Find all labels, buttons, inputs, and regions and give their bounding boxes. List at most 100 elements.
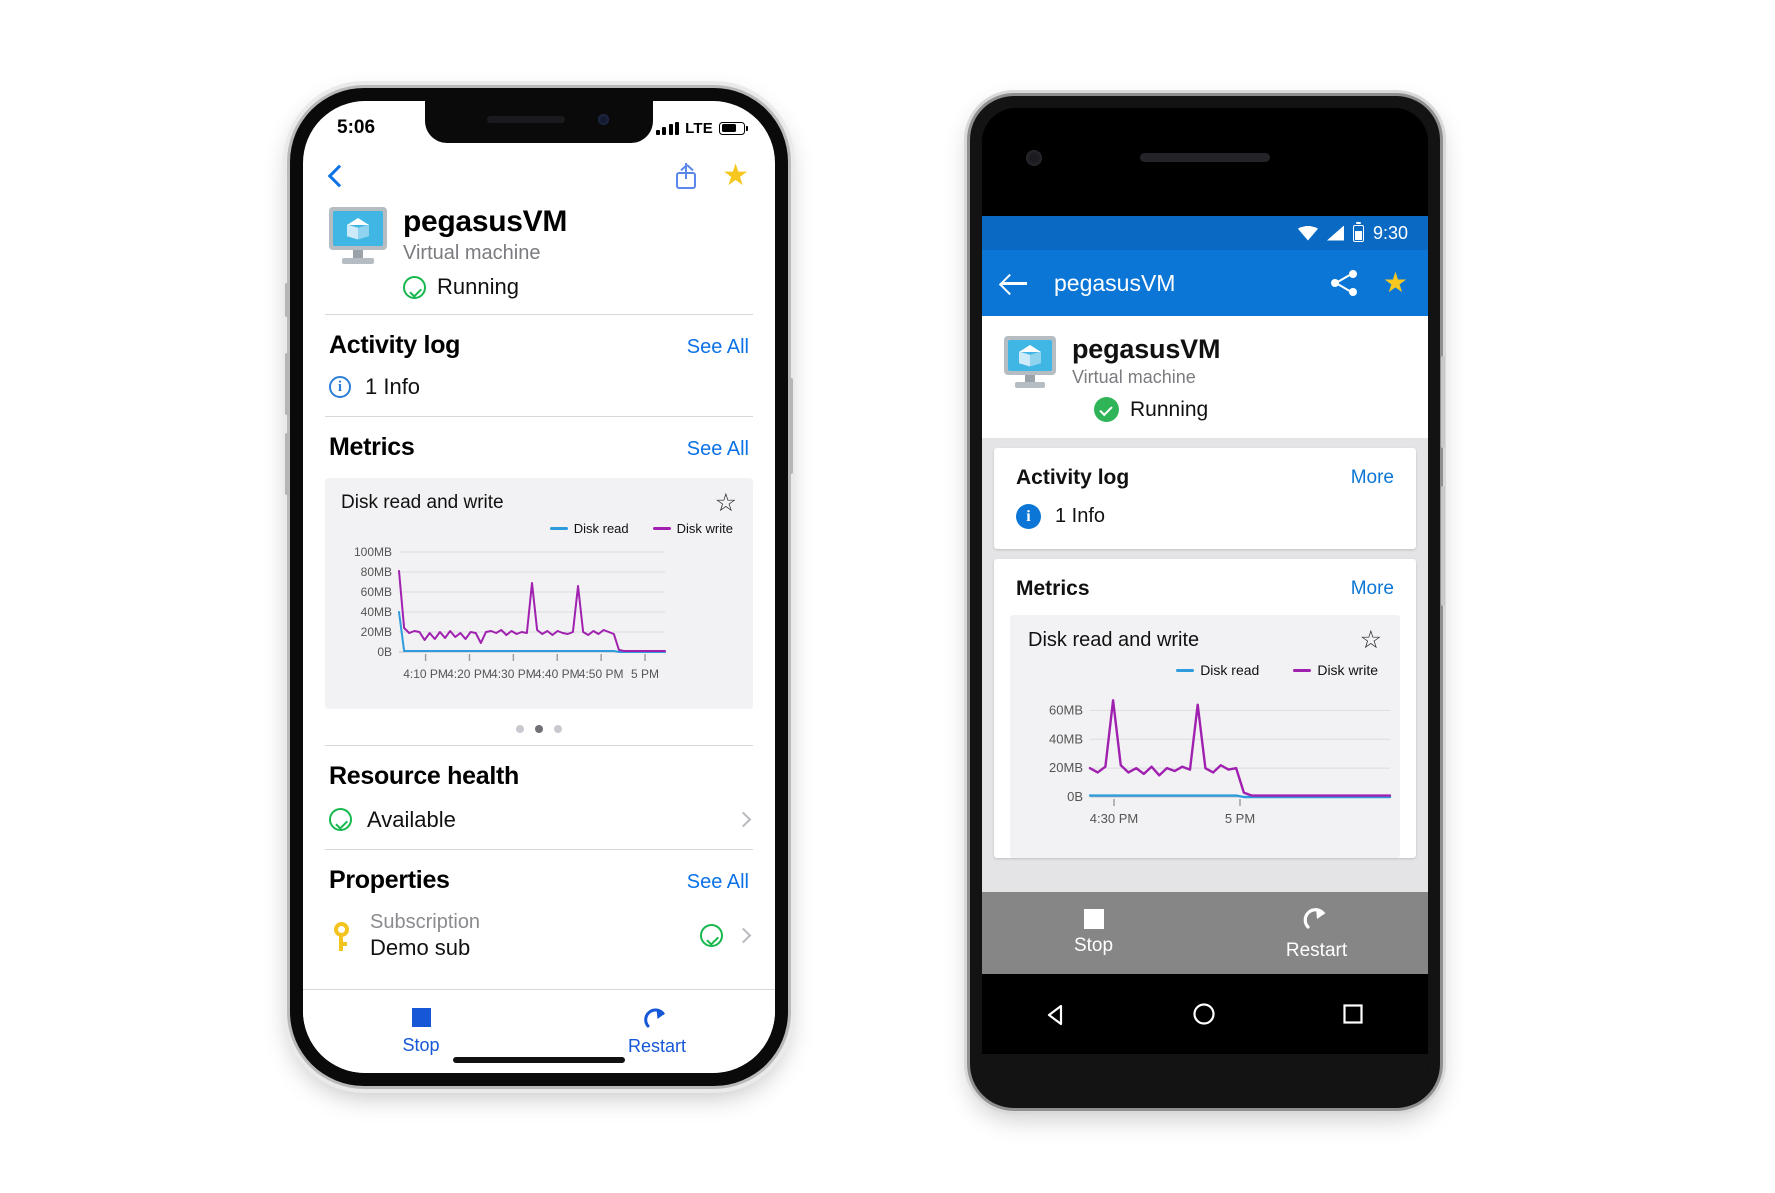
properties-see-all-link[interactable]: See All: [687, 871, 749, 894]
svg-text:4:20 PM: 4:20 PM: [447, 667, 492, 681]
stop-button-label: Stop: [402, 1034, 440, 1055]
android-power-button: [1441, 356, 1445, 448]
battery-icon: [1352, 221, 1364, 242]
metrics-more-link[interactable]: More: [1351, 578, 1394, 600]
back-icon[interactable]: [327, 164, 351, 188]
android-app-content[interactable]: pegasusVM Virtual machine Running Activi…: [982, 316, 1428, 892]
section-header-activity-log: Activity log See All: [303, 315, 775, 372]
info-icon: i: [329, 376, 351, 398]
status-badge: Running: [403, 274, 567, 300]
key-icon: [329, 921, 355, 951]
legend-item-disk-write: Disk write: [652, 521, 733, 536]
activity-log-see-all-link[interactable]: See All: [687, 336, 749, 359]
activity-log-card: Activity log More i 1 Info: [994, 448, 1416, 549]
chart-title: Disk read and write: [1028, 629, 1200, 651]
check-circle-icon: [329, 808, 352, 831]
activity-log-item-label: 1 Info: [1055, 505, 1106, 527]
pager-dot[interactable]: [554, 724, 562, 733]
home-indicator[interactable]: [453, 1057, 625, 1063]
pager-dot[interactable]: [516, 724, 524, 733]
svg-text:0B: 0B: [377, 645, 392, 659]
wifi-icon: [1297, 225, 1318, 241]
resource-type-label: Virtual machine: [403, 242, 541, 264]
ios-resource-header: pegasusVM Virtual machine Running: [303, 201, 775, 314]
properties-subscription-row[interactable]: Subscription Demo sub: [303, 907, 775, 977]
metric-chart-card[interactable]: Disk read and write ☆ Disk read Disk wri…: [325, 478, 753, 709]
arrow-left-icon[interactable]: [1002, 273, 1028, 293]
svg-text:4:50 PM: 4:50 PM: [579, 667, 624, 681]
svg-text:4:30 PM: 4:30 PM: [491, 667, 536, 681]
chart-legend: Disk read Disk write: [341, 521, 737, 536]
metrics-card: Metrics More Disk read and write ☆ Disk …: [994, 559, 1416, 858]
info-icon: i: [1016, 504, 1041, 529]
battery-icon: [719, 121, 749, 135]
share-icon[interactable]: [1330, 270, 1357, 296]
svg-text:80MB: 80MB: [361, 565, 392, 579]
activity-log-title: Activity log: [1016, 466, 1130, 489]
stop-button[interactable]: Stop: [982, 892, 1205, 974]
virtual-machine-icon: [329, 207, 387, 265]
nav-recents-icon[interactable]: [1340, 1001, 1366, 1027]
page-title: pegasusVM: [1072, 334, 1221, 364]
carousel-pager[interactable]: [325, 709, 753, 745]
iphone-device-mockup: 5:06 LTE ★ pegasusVM Virtual machine Run…: [285, 88, 793, 1086]
chart-plot-area: 60MB 40MB 20MB 0B 4:30 PM 5 PM: [1028, 686, 1392, 846]
star-outline-icon[interactable]: ☆: [1360, 628, 1382, 652]
front-camera-icon: [1026, 150, 1042, 166]
svg-text:4:30 PM: 4:30 PM: [1090, 811, 1138, 826]
metrics-see-all-link[interactable]: See All: [687, 438, 749, 461]
resource-health-value: Available: [367, 806, 456, 832]
restart-icon: [1303, 905, 1331, 934]
chart-legend: Disk read Disk write: [1028, 662, 1382, 678]
activity-log-more-link[interactable]: More: [1351, 467, 1394, 489]
page-title: pegasusVM: [403, 205, 568, 238]
android-navigation-bar: [982, 974, 1428, 1054]
svg-text:40MB: 40MB: [1049, 731, 1083, 746]
svg-text:4:10 PM: 4:10 PM: [403, 667, 448, 681]
property-label: Subscription: [370, 910, 481, 933]
virtual-machine-icon: [1004, 336, 1056, 388]
activity-log-item-label: 1 Info: [365, 374, 421, 399]
chart-plot-area: 100MB 80MB 60MB 40MB 20MB 0B 4:10 PM 4:20 PM 4:3…: [341, 544, 737, 699]
check-circle-icon: [403, 275, 426, 299]
iphone-notch: [425, 101, 653, 143]
activity-log-item[interactable]: i 1 Info: [994, 500, 1416, 549]
star-outline-icon[interactable]: ☆: [715, 491, 737, 515]
star-filled-icon[interactable]: ★: [1383, 269, 1408, 297]
nav-back-icon[interactable]: [1044, 1002, 1068, 1026]
ios-app-content: ★ pegasusVM Virtual machine Running Acti…: [303, 145, 775, 1073]
pager-dot-active[interactable]: [535, 724, 543, 733]
resource-type-label: Virtual machine: [1072, 367, 1196, 387]
android-screen: 9:30 pegasusVM ★ pegasusVM Virtual machi…: [982, 108, 1428, 1096]
section-header-properties: Properties See All: [303, 850, 775, 907]
iphone-mute-switch: [285, 283, 289, 317]
restart-button-label: Restart: [627, 1036, 687, 1056]
metrics-title: Metrics: [1016, 577, 1090, 600]
star-filled-icon[interactable]: ★: [722, 161, 749, 191]
activity-log-item[interactable]: i 1 Info: [303, 372, 775, 416]
metric-chart-card[interactable]: Disk read and write ☆ Disk read Disk wri…: [1010, 615, 1400, 858]
svg-text:4:40 PM: 4:40 PM: [535, 667, 580, 681]
svg-text:20MB: 20MB: [361, 625, 392, 639]
share-icon[interactable]: [676, 163, 697, 189]
status-text: Running: [1130, 397, 1209, 421]
android-bezel-top: [982, 108, 1428, 216]
legend-label: Disk write: [1317, 662, 1378, 678]
chart-title: Disk read and write: [341, 492, 504, 513]
resource-health-row[interactable]: Available: [303, 803, 775, 849]
android-bezel-bottom: [982, 1054, 1428, 1096]
svg-text:40MB: 40MB: [361, 605, 392, 619]
ios-nav-bar: ★: [303, 145, 775, 201]
stop-icon: [411, 1007, 431, 1027]
svg-text:5 PM: 5 PM: [631, 667, 659, 681]
restart-button[interactable]: Restart: [1205, 892, 1428, 974]
iphone-power-button: [789, 378, 793, 474]
earpiece-speaker: [487, 116, 565, 123]
section-header-resource-health: Resource health: [303, 746, 775, 803]
nav-home-icon[interactable]: [1191, 1001, 1217, 1027]
status-text: Running: [437, 274, 519, 299]
iphone-volume-down-button: [285, 433, 289, 495]
iphone-screen: 5:06 LTE ★ pegasusVM Virtual machine Run…: [303, 101, 775, 1073]
stop-button-label: Stop: [1073, 935, 1114, 956]
metrics-carousel[interactable]: Disk read and write ☆ Disk read Disk wri…: [303, 474, 775, 745]
